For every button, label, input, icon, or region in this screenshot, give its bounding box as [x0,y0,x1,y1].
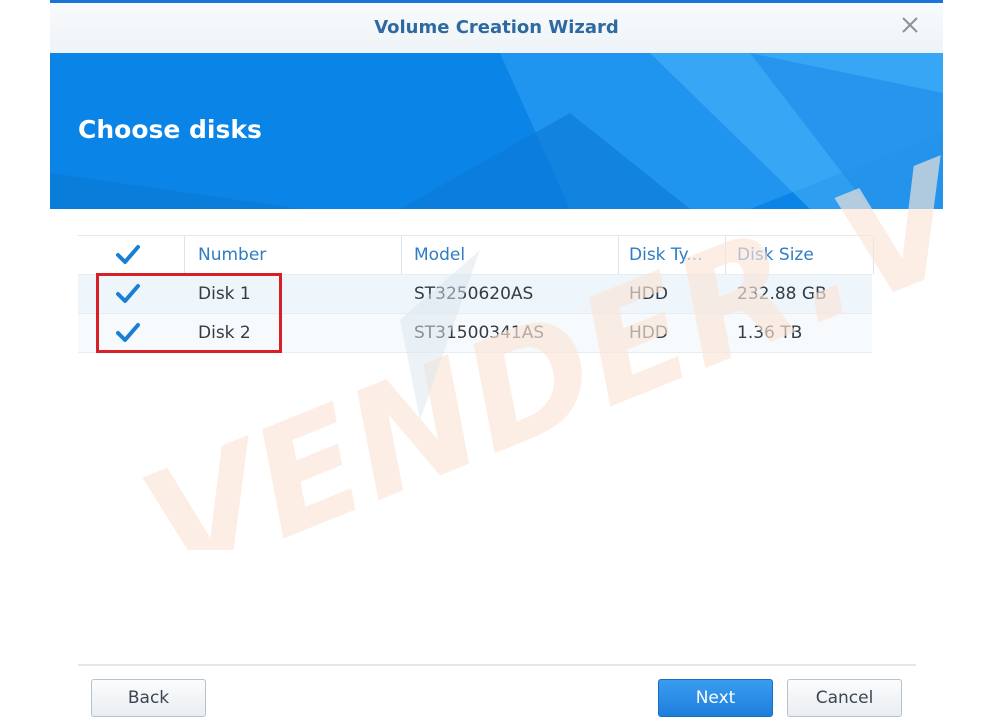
cancel-button[interactable]: Cancel [787,679,902,717]
column-header-disk-type[interactable]: Disk Ty... [629,236,703,274]
wizard-window: Volume Creation Wizard Choose disks Numb… [50,0,943,726]
disk-size: 232.88 GB [737,284,827,304]
next-button[interactable]: Next [658,679,773,717]
column-header-disk-size[interactable]: Disk Size [737,236,814,274]
column-header-number[interactable]: Number [198,236,266,274]
selection-highlight-box [96,273,282,353]
header-banner: Choose disks [50,53,943,209]
back-button[interactable]: Back [91,679,206,717]
title-bar: Volume Creation Wizard [50,3,943,54]
column-separator [725,236,726,274]
column-separator [618,236,619,274]
table-header: Number Model Disk Ty... Disk Size [78,235,874,274]
column-separator [873,236,874,274]
disk-type: HDD [629,323,668,343]
footer-divider [78,664,916,666]
column-header-model[interactable]: Model [414,236,465,274]
disk-size: 1.36 TB [737,323,803,343]
select-all-checkbox[interactable] [114,241,142,269]
window-title: Volume Creation Wizard [374,17,619,38]
column-separator [184,236,185,274]
disk-type: HDD [629,284,668,304]
disk-model: ST3250620AS [414,284,534,304]
select-all-checkbox-cell [114,236,142,274]
column-separator [401,236,402,274]
disk-model: ST31500341AS [414,323,545,343]
page-title: Choose disks [78,115,262,144]
close-icon[interactable] [897,12,923,38]
